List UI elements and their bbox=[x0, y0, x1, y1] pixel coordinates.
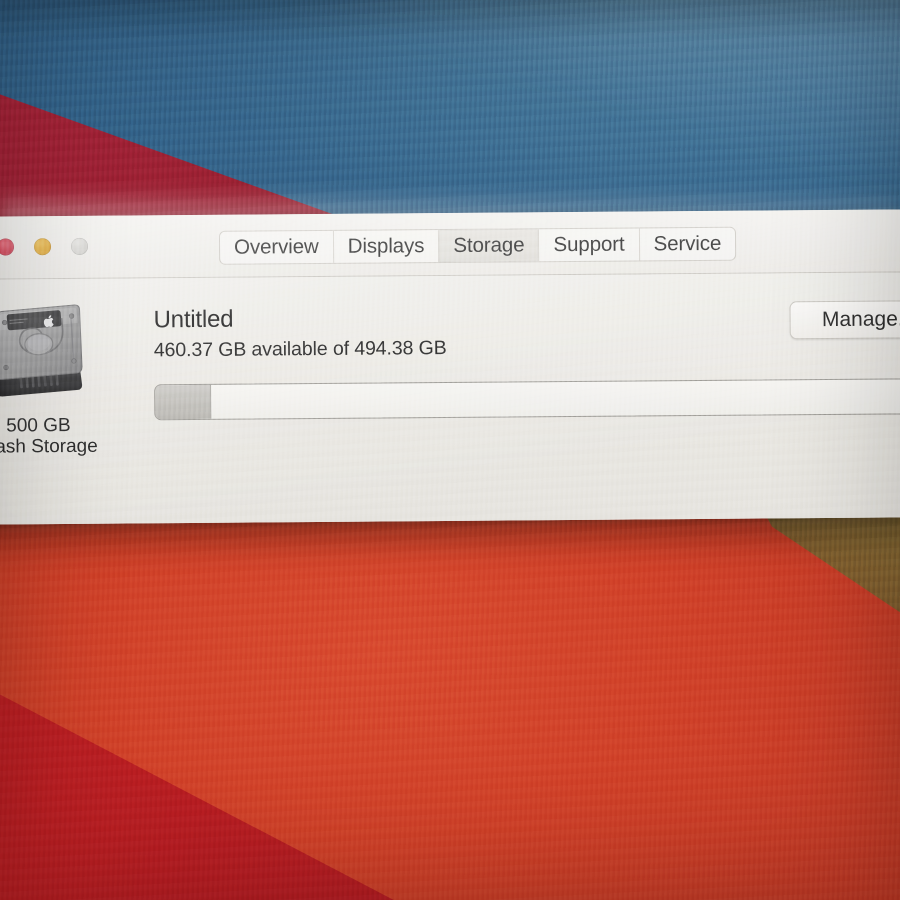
tab-displays[interactable]: Displays bbox=[333, 230, 440, 263]
traffic-light-group bbox=[0, 237, 89, 256]
drive-summary: 500 GB Flash Storage bbox=[0, 301, 119, 459]
drive-capacity-label: 500 GB bbox=[6, 414, 71, 437]
tab-storage[interactable]: Storage bbox=[439, 229, 540, 263]
about-this-mac-window[interactable]: Overview Displays Storage Support Servic… bbox=[0, 208, 900, 526]
storage-used-segment bbox=[155, 384, 212, 420]
zoom-button-icon[interactable] bbox=[70, 237, 89, 255]
storage-capacity-bar[interactable] bbox=[154, 378, 900, 421]
tab-overview[interactable]: Overview bbox=[219, 230, 334, 264]
photo-of-screen: Overview Displays Storage Support Servic… bbox=[0, 0, 900, 900]
manage-button[interactable]: Manage... bbox=[789, 300, 900, 340]
storage-pane: 500 GB Flash Storage Untitled 460.37 GB … bbox=[0, 271, 900, 526]
wallpaper-top-shade bbox=[0, 0, 900, 40]
minimize-button-icon[interactable] bbox=[33, 238, 52, 256]
volume-name: Untitled bbox=[153, 305, 234, 334]
close-button-icon[interactable] bbox=[0, 238, 15, 256]
tab-segmented-control[interactable]: Overview Displays Storage Support Servic… bbox=[218, 226, 737, 265]
tab-service[interactable]: Service bbox=[639, 228, 735, 261]
internal-hard-drive-icon bbox=[0, 301, 93, 408]
drive-kind-label: Flash Storage bbox=[0, 436, 98, 458]
volume-info: Untitled 460.37 GB available of 494.38 G… bbox=[154, 301, 850, 362]
tab-support[interactable]: Support bbox=[539, 228, 640, 262]
window-titlebar: Overview Displays Storage Support Servic… bbox=[0, 208, 900, 281]
drive-caption: 500 GB Flash Storage bbox=[0, 415, 119, 459]
volume-availability-text: 460.37 GB available of 494.38 GB bbox=[153, 337, 447, 362]
